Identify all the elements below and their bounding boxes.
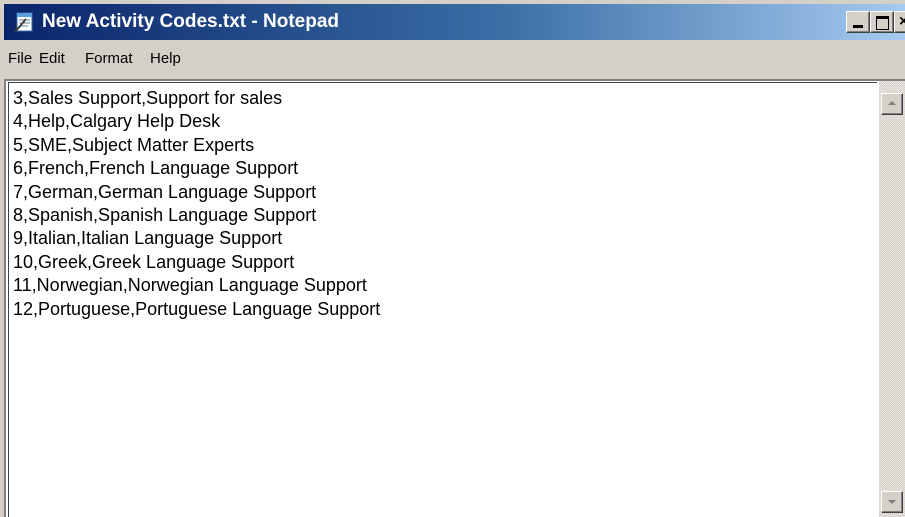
menu-format[interactable]: Format: [85, 50, 133, 68]
text-line[interactable]: 12,Portuguese,Portuguese Language Suppor…: [13, 298, 380, 321]
text-line[interactable]: 5,SME,Subject Matter Experts: [13, 134, 380, 157]
title-bar[interactable]: New Activity Codes.txt - Notepad ×: [4, 4, 905, 40]
scroll-up-arrow-icon: [888, 101, 896, 105]
menu-help[interactable]: Help: [150, 50, 181, 68]
window-title: New Activity Codes.txt - Notepad: [42, 11, 340, 32]
close-button[interactable]: ×: [894, 11, 905, 33]
menu-file[interactable]: File: [8, 50, 32, 68]
maximize-button[interactable]: [870, 11, 894, 33]
text-line[interactable]: 3,Sales Support,Support for sales: [13, 87, 380, 110]
text-line[interactable]: 4,Help,Calgary Help Desk: [13, 110, 380, 133]
minimize-button[interactable]: [846, 11, 870, 33]
scroll-down-arrow-icon: [888, 500, 896, 504]
text-editor[interactable]: 3,Sales Support,Support for sales 4,Help…: [4, 79, 905, 517]
text-line[interactable]: 11,Norwegian,Norwegian Language Support: [13, 274, 380, 297]
text-line[interactable]: 10,Greek,Greek Language Support: [13, 251, 380, 274]
text-line[interactable]: 8,Spanish,Spanish Language Support: [13, 204, 380, 227]
scroll-down-button[interactable]: [881, 491, 903, 513]
vertical-scrollbar[interactable]: [879, 81, 905, 517]
scroll-up-button[interactable]: [881, 93, 903, 115]
notepad-icon[interactable]: [12, 10, 36, 34]
text-line[interactable]: 9,Italian,Italian Language Support: [13, 227, 380, 250]
text-line[interactable]: 7,German,German Language Support: [13, 181, 380, 204]
close-icon: ×: [899, 13, 905, 30]
text-area[interactable]: 3,Sales Support,Support for sales 4,Help…: [8, 82, 877, 517]
text-line[interactable]: 6,French,French Language Support: [13, 157, 380, 180]
text-lines: 3,Sales Support,Support for sales 4,Help…: [13, 87, 380, 321]
minimize-icon: [853, 25, 863, 28]
notepad-window: New Activity Codes.txt - Notepad × File …: [0, 0, 905, 517]
menu-bar: File Edit Format Help: [4, 44, 905, 74]
menu-edit[interactable]: Edit: [39, 50, 65, 68]
maximize-icon: [876, 16, 889, 30]
